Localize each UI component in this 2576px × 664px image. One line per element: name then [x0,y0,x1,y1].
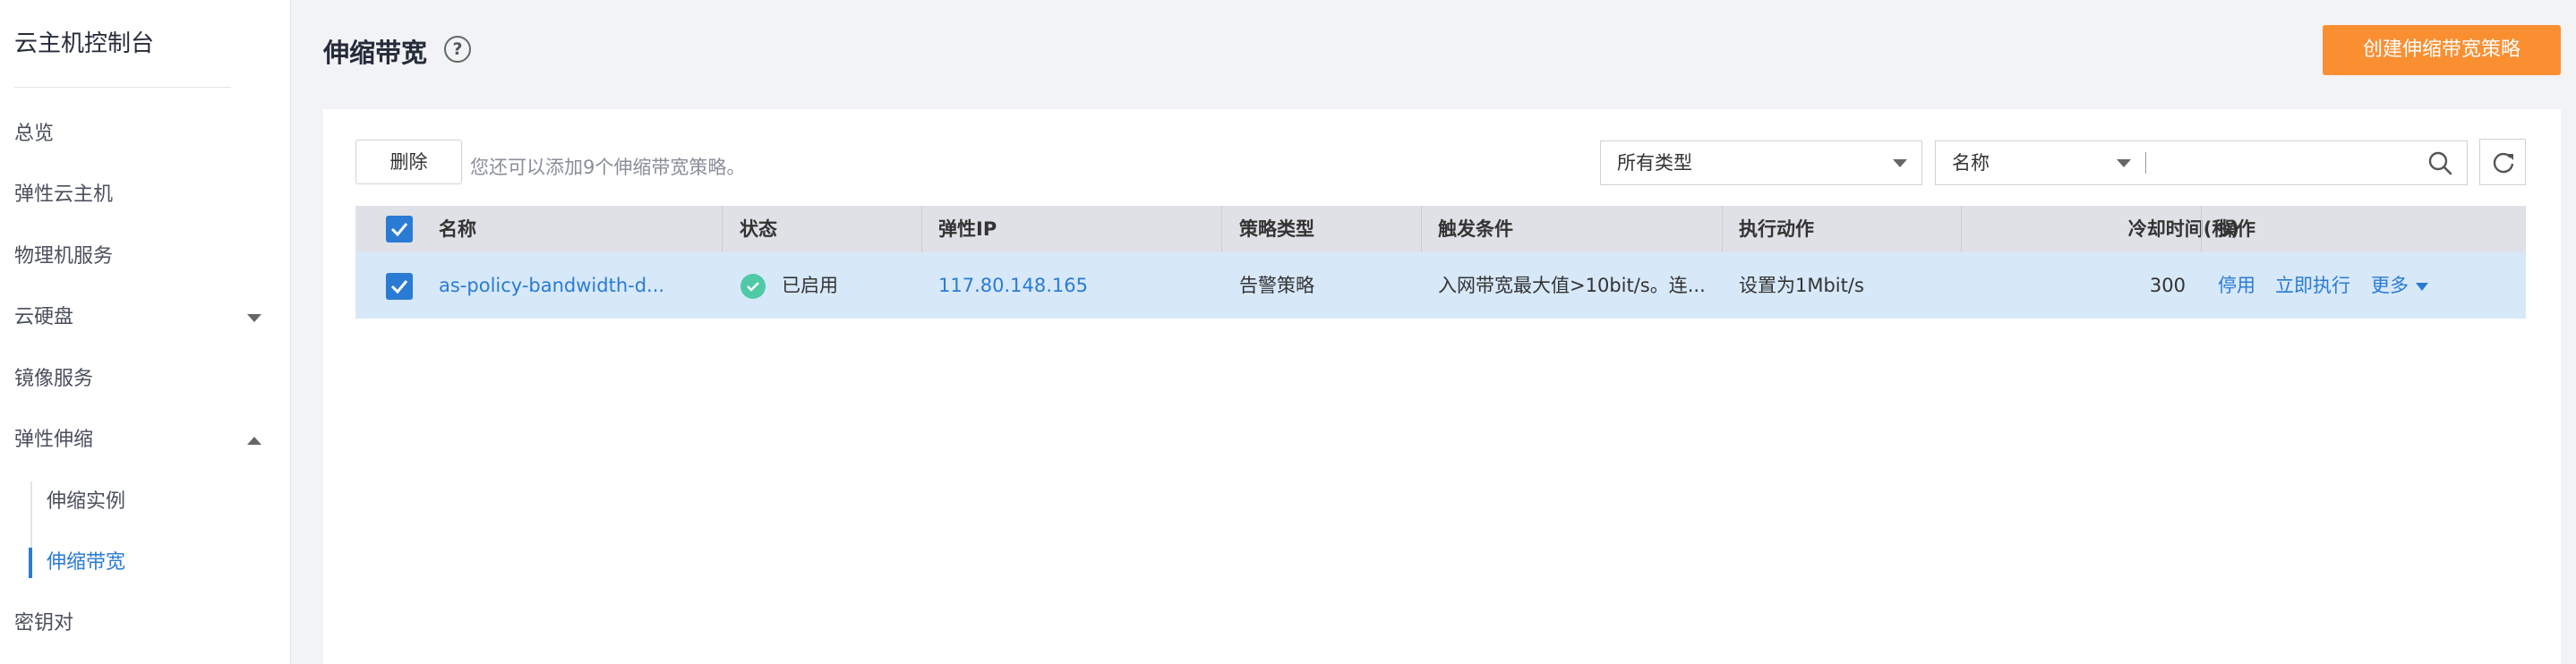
chevron-down-icon [2416,282,2428,291]
column-divider [1221,206,1222,252]
more-link[interactable]: 更多 [2371,275,2409,296]
search-field-value: 名称 [1952,152,1990,174]
active-indicator [29,548,32,578]
quota-tip: 您还可以添加9个伸缩带宽策略。 [470,157,746,178]
console-title: 云主机控制台 [14,30,155,57]
column-divider [921,206,922,252]
chevron-up-icon [247,437,261,445]
cooldown-value: 300 [2149,275,2186,296]
header-policy-type[interactable]: 策略类型 [1239,206,1314,252]
policy-name-link[interactable]: as-policy-bandwidth-d... [439,252,664,319]
column-divider [2201,206,2202,252]
header-operations: 操作 [2218,218,2255,240]
type-select-value: 所有类型 [1617,152,1692,174]
header-name[interactable]: 名称 [439,206,476,252]
policy-type: 告警策略 [1239,275,1314,296]
sidebar-item-label: 物理机服务 [14,245,114,268]
sidebar-item-overview[interactable]: 总览 [14,116,274,152]
sidebar-item-label: 伸缩带宽 [47,551,126,574]
search-icon[interactable] [2426,149,2453,176]
status-text: 已启用 [782,275,838,296]
disable-link[interactable]: 停用 [2218,252,2255,319]
text-cursor [2145,152,2146,174]
more-dropdown[interactable]: 更多 [2371,252,2428,319]
status-enabled-icon [740,274,766,299]
column-divider [1722,206,1723,252]
eip-link[interactable]: 117.80.148.165 [938,252,1088,319]
refresh-button[interactable] [2479,139,2526,185]
column-divider [1961,206,1962,252]
search-input[interactable] [2145,140,2468,185]
header-eip[interactable]: 弹性IP [938,206,997,252]
check-icon [390,280,408,294]
header-cooldown[interactable]: 冷却时间(秒) [2069,206,2239,252]
sidebar-item-key-pairs[interactable]: 密钥对 [14,606,274,642]
sidebar-item-label: 弹性伸缩 [14,429,94,451]
delete-button[interactable]: 删除 [355,140,462,184]
search-field-select[interactable]: 名称 [1935,140,2146,185]
column-divider [1421,206,1422,252]
header-trigger[interactable]: 触发条件 [1438,206,1513,252]
header-status[interactable]: 状态 [740,206,777,252]
sidebar-item-label: 镜像服务 [14,368,94,390]
type-select[interactable]: 所有类型 [1600,140,1922,185]
trigger-condition: 入网带宽最大值>10bit/s。连... [1438,275,1706,296]
sidebar-item-label: 伸缩实例 [47,490,126,513]
sidebar-item-label: 总览 [14,123,55,145]
chevron-down-icon [247,314,261,322]
execute-action: 设置为1Mbit/s [1739,275,1864,296]
sidebar-item-evs[interactable]: 云硬盘 [14,300,274,336]
execute-now-link[interactable]: 立即执行 [2275,252,2350,319]
sidebar-divider [14,87,231,88]
check-icon [390,223,408,237]
page-title: 伸缩带宽 [323,38,428,68]
content-panel [323,109,2561,664]
chevron-down-icon [1893,159,1907,167]
sidebar-item-label: 密钥对 [14,612,74,634]
sidebar-item-label: 弹性云主机 [14,183,114,206]
chevron-down-icon [2117,159,2131,167]
create-policy-button[interactable]: 创建伸缩带宽策略 [2323,25,2561,75]
column-divider [722,206,723,252]
sidebar: 云主机控制台 总览 弹性云主机 物理机服务 云硬盘 镜像服务 弹性伸缩 伸缩实例… [0,0,291,664]
table-header: 名称 状态 弹性IP 策略类型 触发条件 执行动作 冷却时间(秒) 操作 [355,206,2526,252]
sidebar-item-ecs[interactable]: 弹性云主机 [14,177,274,213]
sidebar-item-scaling-instances[interactable]: 伸缩实例 [47,484,306,520]
row-checkbox[interactable] [386,273,413,300]
sidebar-item-scaling-bandwidth[interactable]: 伸缩带宽 [47,545,306,581]
sidebar-item-bms[interactable]: 物理机服务 [14,239,274,275]
header-action[interactable]: 执行动作 [1739,206,1814,252]
refresh-icon [2493,152,2514,174]
sidebar-item-auto-scaling[interactable]: 弹性伸缩 [14,422,274,458]
table-row[interactable]: as-policy-bandwidth-d... 已启用 117.80.148.… [355,252,2526,319]
help-icon[interactable]: ? [444,36,471,63]
sidebar-item-ims[interactable]: 镜像服务 [14,362,274,397]
sidebar-item-label: 云硬盘 [14,306,74,328]
select-all-checkbox[interactable] [386,216,413,243]
